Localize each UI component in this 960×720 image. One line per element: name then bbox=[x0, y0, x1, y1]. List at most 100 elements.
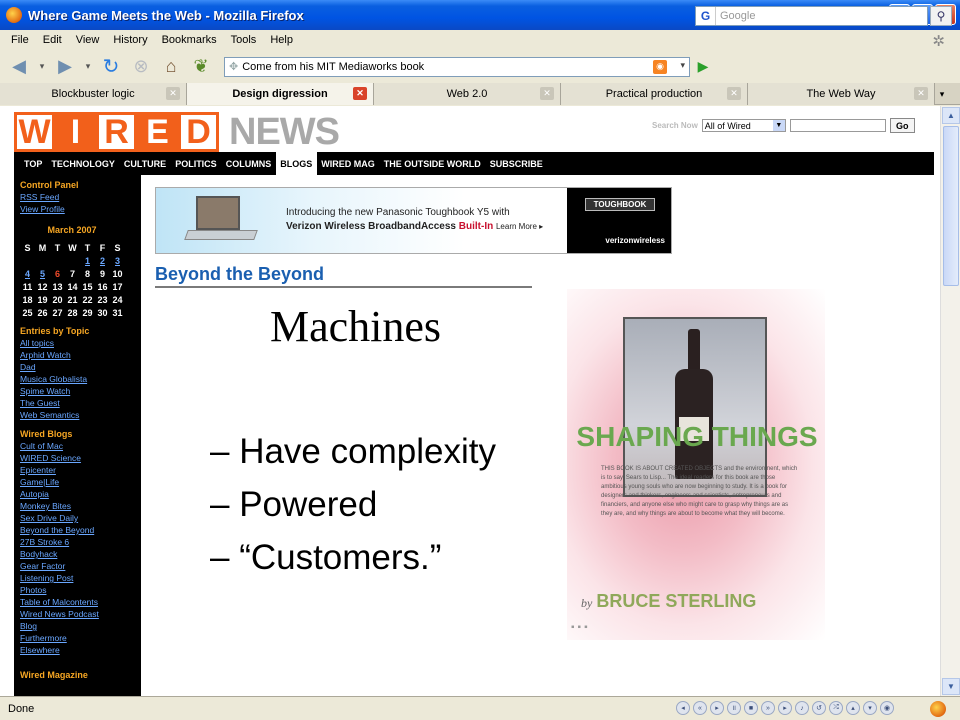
sidebar-link-table-of-malcontents[interactable]: Table of Malcontents bbox=[20, 596, 141, 608]
tab-the-web-way[interactable]: The Web Way ✕ bbox=[748, 83, 935, 105]
calendar-day[interactable]: 1 bbox=[80, 256, 95, 266]
sidebar-link-web-semantics[interactable]: Web Semantics bbox=[20, 409, 141, 421]
sidebar-link-all-topics[interactable]: All topics bbox=[20, 337, 141, 349]
nav-wired-mag[interactable]: WIRED MAG bbox=[317, 152, 380, 175]
blog-title[interactable]: Beyond the Beyond bbox=[155, 264, 532, 288]
media-play-icon[interactable]: ▸ bbox=[710, 701, 724, 715]
sidebar-link-the-guest[interactable]: The Guest bbox=[20, 397, 141, 409]
calendar-day[interactable]: 3 bbox=[110, 256, 125, 266]
tab-web-2-0[interactable]: Web 2.0 ✕ bbox=[374, 83, 561, 105]
scroll-down-arrow-icon[interactable]: ▼ bbox=[942, 678, 960, 695]
sidebar-link-blog[interactable]: Blog bbox=[20, 620, 141, 632]
media-stop-icon[interactable]: ■ bbox=[744, 701, 758, 715]
wired-news-logo[interactable]: W I R E D NEWS bbox=[14, 112, 340, 152]
menu-view[interactable]: View bbox=[69, 34, 107, 46]
media-prev-icon[interactable]: ◂ bbox=[676, 701, 690, 715]
nav-top[interactable]: TOP bbox=[20, 152, 47, 175]
media-next-icon[interactable]: ▸ bbox=[778, 701, 792, 715]
sidebar-link-game-life[interactable]: Game|Life bbox=[20, 476, 141, 488]
sidebar-link-photos[interactable]: Photos bbox=[20, 584, 141, 596]
site-search-scope-select[interactable]: All of Wired ▼ bbox=[701, 119, 786, 132]
sidebar-link-sex-drive-daily[interactable]: Sex Drive Daily bbox=[20, 512, 141, 524]
media-volume-icon[interactable]: ♪ bbox=[795, 701, 809, 715]
menu-tools[interactable]: Tools bbox=[224, 34, 264, 46]
book-author: by BRUCE STERLING bbox=[581, 591, 756, 612]
menu-history[interactable]: History bbox=[106, 34, 154, 46]
view-profile-link[interactable]: View Profile bbox=[20, 203, 141, 215]
rss-feed-icon[interactable]: ◉ bbox=[653, 59, 667, 74]
calendar-day[interactable]: 5 bbox=[35, 269, 50, 279]
nav-technology[interactable]: TECHNOLOGY bbox=[47, 152, 120, 175]
search-engine-icon[interactable]: G bbox=[696, 7, 716, 25]
sidebar-link-arphid-watch[interactable]: Arphid Watch bbox=[20, 349, 141, 361]
media-loop-icon[interactable]: ↺ bbox=[812, 701, 826, 715]
search-input[interactable]: G Google bbox=[695, 6, 928, 26]
address-dropdown-icon[interactable]: ▾ bbox=[680, 60, 685, 71]
menu-edit[interactable]: Edit bbox=[36, 34, 69, 46]
reload-icon[interactable]: ↻ bbox=[98, 54, 124, 80]
scroll-thumb[interactable] bbox=[943, 126, 959, 286]
media-pause-icon[interactable]: ॥ bbox=[727, 701, 741, 715]
tab-close-icon[interactable]: ✕ bbox=[914, 87, 928, 100]
sidebar-link-spime-watch[interactable]: Spime Watch bbox=[20, 385, 141, 397]
sidebar-link-furthermore[interactable]: Furthermore bbox=[20, 632, 141, 644]
sidebar-link-bodyhack[interactable]: Bodyhack bbox=[20, 548, 141, 560]
sidebar-link-autopia[interactable]: Autopia bbox=[20, 488, 141, 500]
forward-history-dropdown[interactable]: ▾ bbox=[82, 54, 94, 80]
sidebar-link-monkey-bites[interactable]: Monkey Bites bbox=[20, 500, 141, 512]
media-rewind-icon[interactable]: « bbox=[693, 701, 707, 715]
back-arrow-icon[interactable]: ◀ bbox=[6, 54, 32, 80]
media-speaker-icon[interactable]: ◉ bbox=[880, 701, 894, 715]
sidebar-link-wired-news-podcast[interactable]: Wired News Podcast bbox=[20, 608, 141, 620]
calendar-day[interactable]: 4 bbox=[20, 269, 35, 279]
nav-columns[interactable]: COLUMNS bbox=[222, 152, 277, 175]
leaf-icon[interactable]: ❦ bbox=[188, 54, 214, 80]
tab-close-icon[interactable]: ✕ bbox=[166, 87, 180, 100]
tab-blockbuster-logic[interactable]: Blockbuster logic ✕ bbox=[0, 83, 187, 105]
tab-list-dropdown-icon[interactable]: ▾ bbox=[935, 83, 949, 105]
tab-close-icon[interactable]: ✕ bbox=[727, 87, 741, 100]
menu-file[interactable]: File bbox=[4, 34, 36, 46]
media-shuffle-icon[interactable]: ⤮ bbox=[829, 701, 843, 715]
nav-subscribe[interactable]: SUBSCRIBE bbox=[486, 152, 548, 175]
home-icon[interactable]: ⌂ bbox=[158, 54, 184, 80]
sidebar-link-dad[interactable]: Dad bbox=[20, 361, 141, 373]
back-history-dropdown[interactable]: ▾ bbox=[36, 54, 48, 80]
sidebar-link-elsewhere[interactable]: Elsewhere bbox=[20, 644, 141, 656]
site-search-go-button[interactable]: Go bbox=[889, 118, 915, 133]
sidebar-link-27b-stroke-6[interactable]: 27B Stroke 6 bbox=[20, 536, 141, 548]
sidebar-link-musica-globalista[interactable]: Musica Globalista bbox=[20, 373, 141, 385]
tab-close-icon[interactable]: ✕ bbox=[353, 87, 367, 100]
tab-design-digression[interactable]: Design digression ✕ bbox=[187, 83, 374, 105]
sidebar-link-epicenter[interactable]: Epicenter bbox=[20, 464, 141, 476]
menu-help[interactable]: Help bbox=[263, 34, 300, 46]
media-down-icon[interactable]: ▾ bbox=[863, 701, 877, 715]
sidebar-link-wired-science[interactable]: WIRED Science bbox=[20, 452, 141, 464]
ad-learn-more[interactable]: Learn More ▸ bbox=[496, 222, 543, 231]
nav-blogs[interactable]: BLOGS bbox=[276, 152, 318, 175]
sidebar-link-cult-of-mac[interactable]: Cult of Mac bbox=[20, 440, 141, 452]
forward-arrow-icon[interactable]: ▶ bbox=[52, 54, 78, 80]
vertical-scrollbar[interactable]: ▲ ▼ bbox=[940, 106, 960, 696]
sidebar-link-listening-post[interactable]: Listening Post bbox=[20, 572, 141, 584]
toughbook-ad-banner[interactable]: Introducing the new Panasonic Toughbook … bbox=[155, 187, 672, 254]
sidebar-link-gear-factor[interactable]: Gear Factor bbox=[20, 560, 141, 572]
site-search-input[interactable] bbox=[789, 119, 886, 132]
go-arrow-icon[interactable]: ▶ bbox=[694, 57, 712, 77]
tab-close-icon[interactable]: ✕ bbox=[540, 87, 554, 100]
media-up-icon[interactable]: ▴ bbox=[846, 701, 860, 715]
scroll-up-arrow-icon[interactable]: ▲ bbox=[942, 107, 960, 124]
calendar-day[interactable]: 2 bbox=[95, 256, 110, 266]
search-magnifier-icon[interactable]: ⚲ bbox=[930, 6, 952, 26]
rss-feed-link[interactable]: RSS Feed bbox=[20, 191, 141, 203]
nav-culture[interactable]: CULTURE bbox=[120, 152, 171, 175]
nav-outside-world[interactable]: THE OUTSIDE WORLD bbox=[380, 152, 486, 175]
sidebar-link-beyond-the-beyond[interactable]: Beyond the Beyond bbox=[20, 524, 141, 536]
book-title: SHAPING THINGS bbox=[576, 421, 818, 452]
tab-practical-production[interactable]: Practical production ✕ bbox=[561, 83, 748, 105]
nav-politics[interactable]: POLITICS bbox=[171, 152, 222, 175]
address-bar[interactable]: ✥ Come from his MIT Mediaworks book ◉ ▾ bbox=[224, 56, 690, 77]
media-forward-icon[interactable]: » bbox=[761, 701, 775, 715]
stop-icon[interactable]: ⊗ bbox=[128, 54, 154, 80]
menu-bookmarks[interactable]: Bookmarks bbox=[155, 34, 224, 46]
